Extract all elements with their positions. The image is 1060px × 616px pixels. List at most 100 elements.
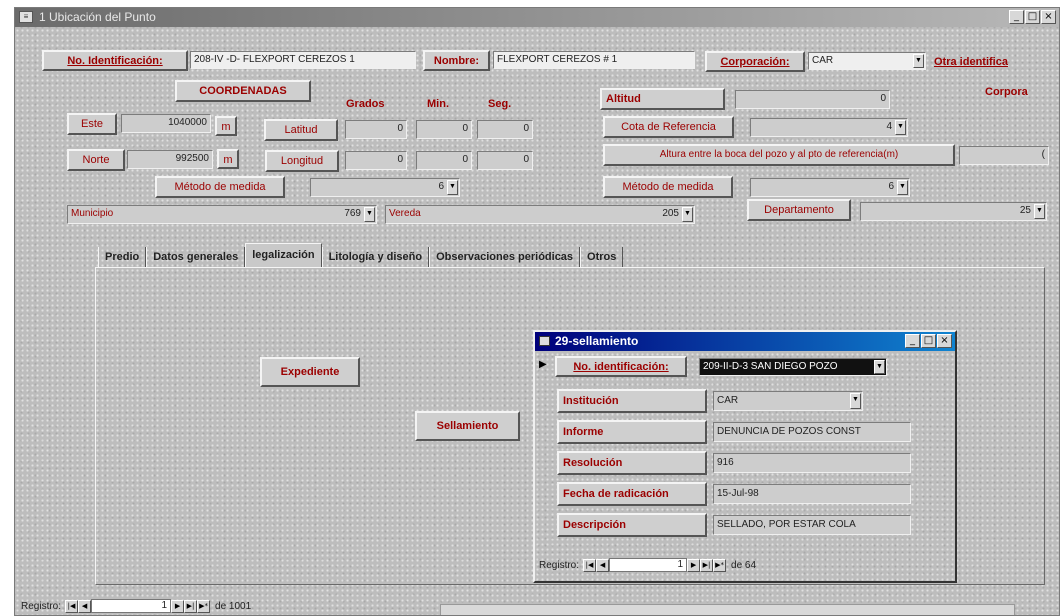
next-record-icon[interactable]: ▶ (687, 558, 701, 572)
tab-litologia-diseno[interactable]: Litología y diseño (321, 247, 430, 267)
prev-record-icon[interactable]: ◀ (596, 558, 610, 572)
dropdown-arrow-icon[interactable]: ▼ (895, 120, 906, 135)
vereda-value: 205 (662, 208, 679, 219)
first-record-icon[interactable]: |◀ (65, 599, 79, 613)
dropdown-arrow-icon[interactable]: ▼ (364, 207, 375, 222)
form-icon[interactable]: ≡ (19, 11, 33, 23)
longitud-seg-field[interactable]: 0 (477, 151, 533, 170)
last-record-icon[interactable]: ▶| (700, 558, 714, 572)
descripcion-field[interactable]: SELLADO, POR ESTAR COLA (713, 515, 911, 535)
prev-record-icon[interactable]: ◀ (78, 599, 92, 613)
close-button[interactable]: × (1041, 10, 1056, 24)
coordenadas-button[interactable]: COORDENADAS (175, 80, 311, 102)
sub-no-identificacion-button[interactable]: No. identificación: (555, 356, 687, 377)
metodo-medida-button[interactable]: Método de medida (155, 176, 285, 198)
departamento-combo[interactable]: 25 ▼ (860, 202, 1047, 221)
este-field[interactable]: 1040000 (121, 114, 211, 133)
subform-close-button[interactable]: × (937, 334, 952, 348)
current-record-field[interactable]: 1 (91, 599, 172, 613)
vereda-combo[interactable]: Vereda 205 ▼ (385, 205, 695, 224)
minimize-button[interactable]: _ (1009, 10, 1024, 24)
norte-unit-button[interactable]: m (217, 149, 239, 169)
grados-header: Grados (346, 98, 385, 110)
no-identificacion-button[interactable]: No. Identificación: (42, 50, 188, 71)
tab-predio[interactable]: Predio (98, 247, 147, 267)
dropdown-arrow-icon[interactable]: ▼ (874, 360, 885, 374)
sub-no-identificacion-combo[interactable]: 209-II-D-3 SAN DIEGO POZO ▼ (699, 358, 887, 376)
metodo-medida-2-combo[interactable]: 6 ▼ (750, 178, 910, 197)
subform-titlebar[interactable]: 29-sellamiento _ □ × (535, 332, 955, 351)
municipio-label: Municipio (71, 208, 114, 219)
next-record-icon[interactable]: ▶ (171, 599, 185, 613)
resolucion-field[interactable]: 916 (713, 453, 911, 473)
resolucion-button[interactable]: Resolución (557, 451, 707, 475)
metodo-medida-combo[interactable]: 6 ▼ (310, 178, 460, 197)
otra-identificacion-label[interactable]: Otra identifica (934, 56, 1008, 68)
informe-button[interactable]: Informe (557, 420, 707, 444)
expediente-button[interactable]: Expediente (260, 357, 360, 387)
record-selector-icon[interactable]: ▶ (539, 359, 547, 370)
last-record-icon[interactable]: ▶| (184, 599, 198, 613)
subform-current-record[interactable]: 1 (609, 558, 688, 572)
cota-referencia-button[interactable]: Cota de Referencia (603, 116, 734, 138)
institucion-combo[interactable]: CAR ▼ (713, 391, 863, 411)
descripcion-button[interactable]: Descripción (557, 513, 707, 537)
tab-datos-generales[interactable]: Datos generales (146, 247, 246, 267)
longitud-min-field[interactable]: 0 (416, 151, 472, 170)
main-record-navigator: Registro: |◀ ◀ 1 ▶ ▶| ▶* de 1001 (21, 599, 251, 613)
municipio-combo[interactable]: Municipio 769 ▼ (67, 205, 377, 224)
horizontal-scrollbar[interactable] (440, 604, 1015, 615)
departamento-button[interactable]: Departamento (747, 199, 851, 221)
altura-referencia-field[interactable]: ( (959, 146, 1049, 165)
subform-record-count: de 64 (731, 559, 757, 571)
dropdown-arrow-icon[interactable]: ▼ (682, 207, 693, 222)
tab-legalizacion[interactable]: legalización (245, 243, 322, 267)
new-record-icon[interactable]: ▶* (197, 599, 211, 613)
sellamiento-button[interactable]: Sellamiento (415, 411, 520, 441)
subform-minimize-button[interactable]: _ (905, 334, 920, 348)
nombre-field[interactable]: FLEXPORT CEREZOS # 1 (493, 51, 695, 69)
tab-observaciones[interactable]: Observaciones periódicas (429, 247, 581, 267)
este-button[interactable]: Este (67, 113, 117, 135)
no-identificacion-field[interactable]: 208-IV -D- FLEXPORT CEREZOS 1 (190, 51, 416, 69)
window-titlebar[interactable]: ≡ 1 Ubicación del Punto _ □ × (15, 8, 1059, 27)
dropdown-arrow-icon[interactable]: ▼ (447, 180, 458, 195)
sub-no-identificacion-value: 209-II-D-3 SAN DIEGO POZO (703, 361, 838, 372)
cota-referencia-combo[interactable]: 4 ▼ (750, 118, 908, 137)
dropdown-arrow-icon[interactable]: ▼ (897, 180, 908, 195)
latitud-seg-field[interactable]: 0 (477, 120, 533, 139)
longitud-button[interactable]: Longitud (265, 150, 339, 172)
vereda-label: Vereda (389, 208, 421, 219)
altura-referencia-button[interactable]: Altura entre la boca del pozo y al pto d… (603, 144, 955, 166)
tab-otros[interactable]: Otros (580, 247, 624, 267)
dropdown-arrow-icon[interactable]: ▼ (913, 54, 924, 68)
este-unit-button[interactable]: m (215, 116, 237, 136)
fecha-radicacion-field[interactable]: 15-Jul-98 (713, 484, 911, 504)
longitud-grados-field[interactable]: 0 (345, 151, 407, 170)
norte-button[interactable]: Norte (67, 149, 125, 171)
main-window: ≡ 1 Ubicación del Punto _ □ × No. Identi… (14, 7, 1060, 616)
subform-record-navigator: Registro: |◀ ◀ 1 ▶ ▶| ▶* de 64 (539, 558, 756, 572)
dropdown-arrow-icon[interactable]: ▼ (850, 393, 861, 409)
altitud-field[interactable]: 0 (735, 90, 890, 109)
fecha-radicacion-button[interactable]: Fecha de radicación (557, 482, 707, 506)
maximize-button[interactable]: □ (1025, 10, 1040, 24)
corporacion-combo[interactable]: CAR ▼ (808, 52, 926, 70)
subform-maximize-button[interactable]: □ (921, 334, 936, 348)
altitud-button[interactable]: Altitud (600, 88, 725, 110)
first-record-icon[interactable]: |◀ (583, 558, 597, 572)
latitud-button[interactable]: Latitud (264, 119, 338, 141)
dropdown-arrow-icon[interactable]: ▼ (1034, 204, 1045, 219)
metodo-medida-value: 6 (438, 181, 444, 192)
informe-field[interactable]: DENUNCIA DE POZOS CONST (713, 422, 911, 442)
latitud-grados-field[interactable]: 0 (345, 120, 407, 139)
corporacion-button[interactable]: Corporación: (705, 51, 805, 72)
nombre-button[interactable]: Nombre: (423, 50, 490, 71)
metodo-medida-2-button[interactable]: Método de medida (603, 176, 733, 198)
subform-icon (539, 336, 550, 346)
latitud-min-field[interactable]: 0 (416, 120, 472, 139)
institucion-button[interactable]: Institución (557, 389, 707, 413)
cota-referencia-value: 4 (886, 121, 892, 132)
new-record-icon[interactable]: ▶* (713, 558, 727, 572)
norte-field[interactable]: 992500 (127, 150, 213, 169)
